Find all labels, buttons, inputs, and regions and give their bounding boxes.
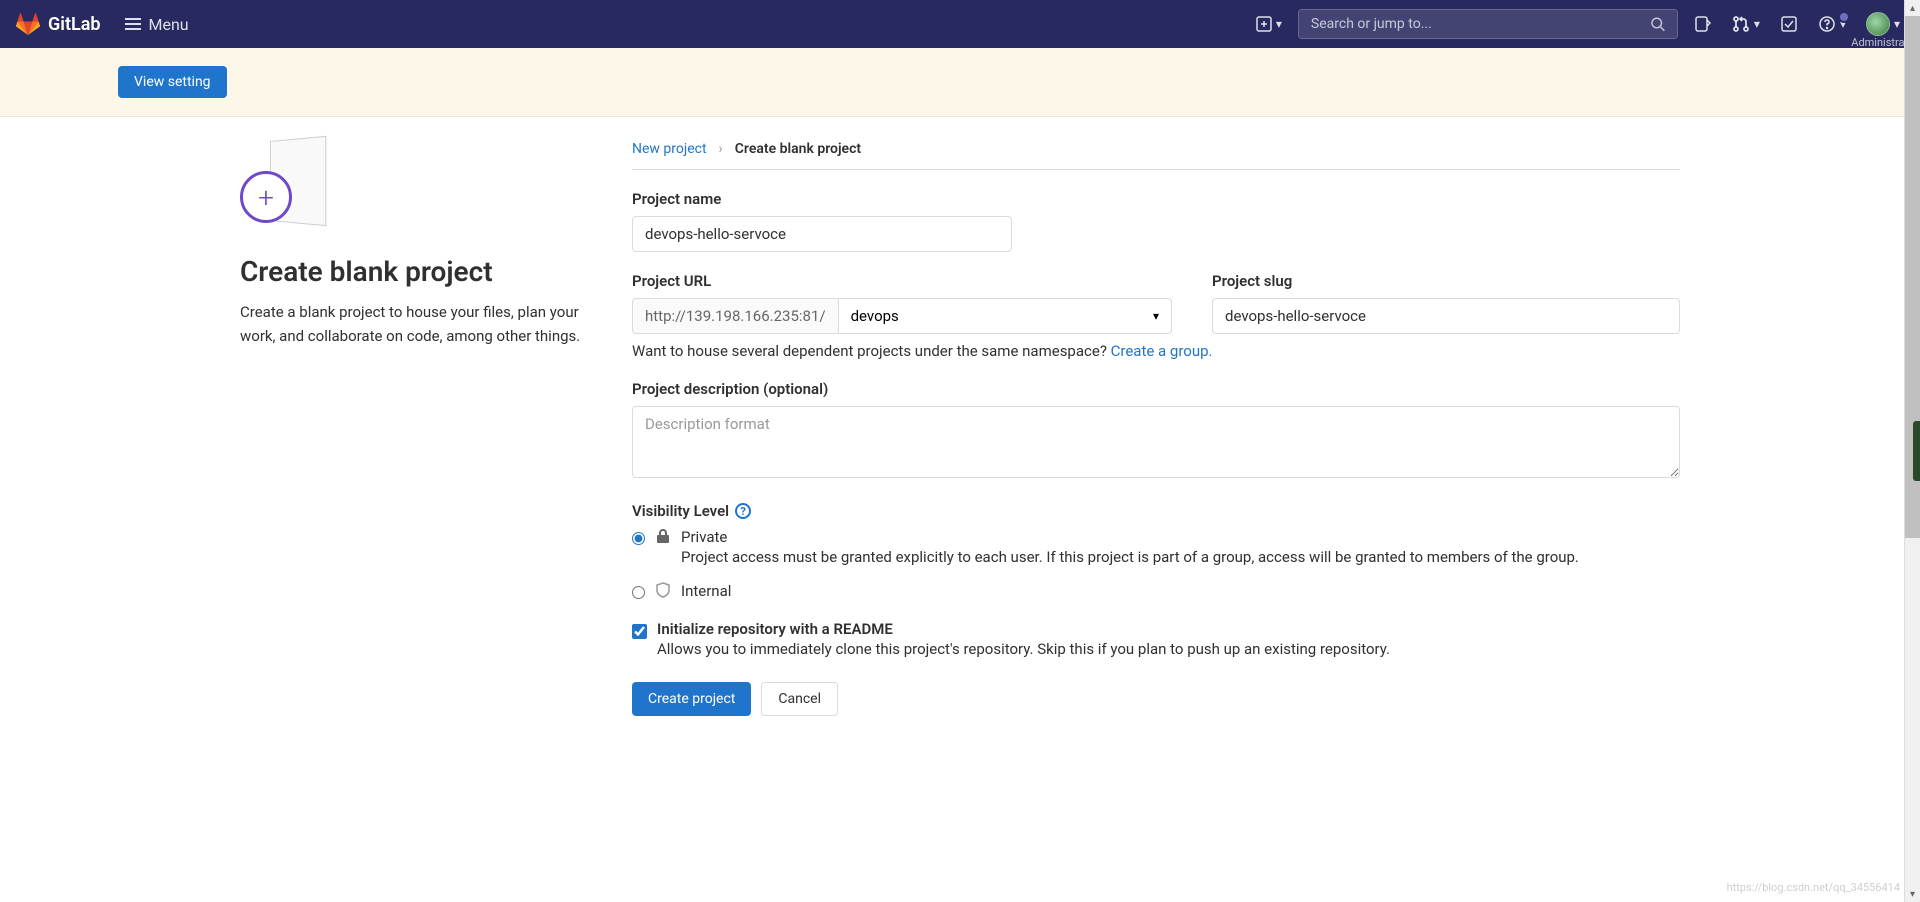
todos-icon[interactable] xyxy=(1776,11,1802,37)
project-slug-input[interactable] xyxy=(1212,298,1680,334)
scroll-down-arrow[interactable]: ▾ xyxy=(1905,886,1920,902)
search-input[interactable] xyxy=(1311,16,1650,32)
breadcrumb-parent[interactable]: New project xyxy=(632,141,707,157)
project-slug-label: Project slug xyxy=(1212,272,1680,290)
project-slug-group: Project slug xyxy=(1212,272,1680,334)
create-project-button[interactable]: Create project xyxy=(632,682,751,716)
breadcrumb-separator: › xyxy=(719,141,723,157)
nav-left-group: GitLab Menu xyxy=(16,11,197,38)
chevron-down-icon: ▾ xyxy=(1894,17,1900,31)
scroll-up-arrow[interactable]: ▴ xyxy=(1905,0,1920,16)
merge-requests-dropdown[interactable]: ▾ xyxy=(1728,11,1764,37)
chevron-down-icon: ▾ xyxy=(1754,17,1760,31)
project-name-label: Project name xyxy=(632,190,1680,208)
project-url-label: Project URL xyxy=(632,272,1172,290)
watermark: https://blog.csdn.net/qq_34556414 xyxy=(1727,881,1900,894)
top-navigation: GitLab Menu ▾ xyxy=(0,0,1920,48)
issues-icon[interactable] xyxy=(1690,11,1716,37)
form-container: New project › Create blank project Proje… xyxy=(632,141,1680,716)
help-dropdown[interactable]: ▾ xyxy=(1814,11,1850,37)
project-name-input[interactable] xyxy=(632,216,1012,252)
visibility-private-radio[interactable] xyxy=(632,532,645,545)
cancel-button[interactable]: Cancel xyxy=(761,682,838,716)
project-name-group: Project name xyxy=(632,190,1680,252)
readme-option: Initialize repository with a README Allo… xyxy=(632,620,1680,658)
private-title: Private xyxy=(681,528,1680,546)
search-icon xyxy=(1650,16,1665,32)
shield-icon xyxy=(655,582,671,598)
readme-desc: Allows you to immediately clone this pro… xyxy=(657,640,1390,658)
readme-title: Initialize repository with a README xyxy=(657,620,1390,638)
description-label: Project description (optional) xyxy=(632,380,1680,398)
chevron-down-icon: ▾ xyxy=(1153,309,1159,323)
breadcrumb: New project › Create blank project xyxy=(632,141,1680,170)
help-icon[interactable]: ? xyxy=(735,503,751,519)
avatar xyxy=(1866,12,1890,36)
visibility-label: Visibility Level ? xyxy=(632,502,1680,520)
gitlab-icon xyxy=(16,12,40,36)
namespace-select[interactable]: devops ▾ xyxy=(838,298,1172,334)
nav-right-group: ▾ ▾ xyxy=(1252,8,1904,40)
description-group: Project description (optional) xyxy=(632,380,1680,482)
gitlab-logo[interactable]: GitLab xyxy=(16,12,101,36)
menu-button[interactable]: Menu xyxy=(117,11,197,38)
search-box[interactable] xyxy=(1298,9,1678,39)
create-group-link[interactable]: Create a group. xyxy=(1111,342,1213,360)
scrollbar[interactable]: ▴ ▾ xyxy=(1904,0,1920,902)
internal-title: Internal xyxy=(681,582,1680,600)
chevron-down-icon: ▾ xyxy=(1840,17,1846,31)
page-title: Create blank project xyxy=(240,255,600,288)
plus-icon xyxy=(1256,16,1272,32)
readme-checkbox[interactable] xyxy=(632,624,647,639)
hamburger-icon xyxy=(125,18,141,30)
visibility-private-option: Private Project access must be granted e… xyxy=(632,528,1680,566)
group-help-text: Want to house several dependent projects… xyxy=(632,342,1680,360)
notice-banner: View setting xyxy=(0,48,1920,117)
project-icon: + xyxy=(240,141,600,231)
url-prefix: http://139.198.166.235:81/ xyxy=(632,298,838,334)
gitlab-brand-text: GitLab xyxy=(48,14,101,35)
form-actions: Create project Cancel xyxy=(632,682,1680,716)
menu-label: Menu xyxy=(149,15,189,34)
main-content: + Create blank project Create a blank pr… xyxy=(160,117,1760,740)
create-new-dropdown[interactable]: ▾ xyxy=(1252,12,1286,36)
visibility-internal-radio[interactable] xyxy=(632,586,645,599)
chevron-down-icon: ▾ xyxy=(1276,17,1282,31)
project-url-group: Project URL http://139.198.166.235:81/ d… xyxy=(632,272,1172,334)
breadcrumb-current: Create blank project xyxy=(735,141,861,157)
view-setting-button[interactable]: View setting xyxy=(118,66,227,98)
private-desc: Project access must be granted explicitl… xyxy=(681,548,1680,566)
namespace-value: devops xyxy=(851,307,899,325)
visibility-internal-option: Internal xyxy=(632,582,1680,600)
sidebar: + Create blank project Create a blank pr… xyxy=(240,141,600,716)
side-handle[interactable] xyxy=(1913,421,1920,481)
page-description: Create a blank project to house your fil… xyxy=(240,300,600,348)
visibility-group: Visibility Level ? Private Project acces… xyxy=(632,502,1680,600)
description-input[interactable] xyxy=(632,406,1680,478)
lock-icon xyxy=(655,528,671,544)
